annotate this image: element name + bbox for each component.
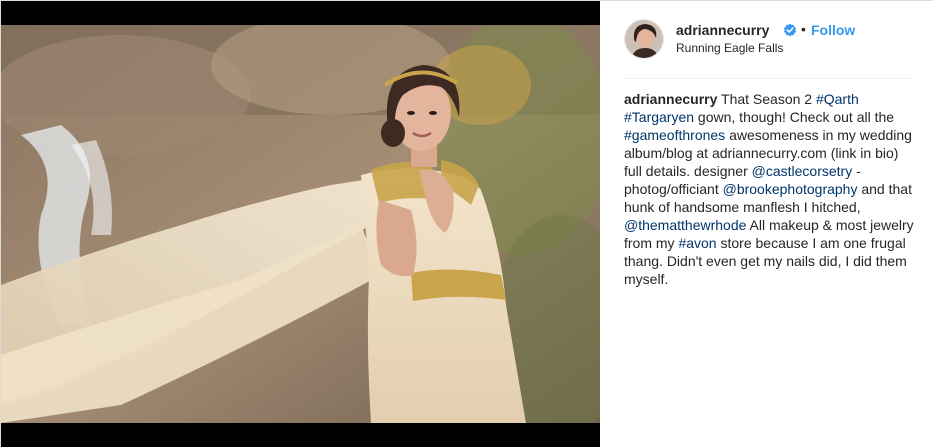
- caption-username[interactable]: adriannecurry: [624, 91, 717, 107]
- post-media[interactable]: [1, 1, 600, 447]
- post-sidebar: adriannecurry • Follow Running Eagle Fal…: [600, 1, 933, 447]
- hashtag-link[interactable]: #avon: [678, 235, 716, 251]
- header-divider: [624, 78, 910, 79]
- avatar-image: [625, 20, 663, 58]
- mention-link[interactable]: @castlecorsetry: [752, 163, 853, 179]
- follow-button[interactable]: Follow: [811, 22, 855, 38]
- hashtag-link[interactable]: #Qarth: [816, 91, 859, 107]
- header-separator: •: [801, 21, 806, 37]
- post-username[interactable]: adriannecurry: [676, 22, 769, 38]
- caption-text: That Season 2: [717, 91, 816, 107]
- post-location[interactable]: Running Eagle Falls: [676, 41, 783, 55]
- post-photo[interactable]: [1, 25, 600, 423]
- instagram-post: adriannecurry • Follow Running Eagle Fal…: [0, 0, 933, 447]
- post-caption: adriannecurry That Season 2 #Qarth #Targ…: [624, 90, 914, 288]
- caption-text: gown, though! Check out all the: [694, 109, 895, 125]
- mention-link[interactable]: @brookephotography: [723, 181, 858, 197]
- hashtag-link[interactable]: #Targaryen: [624, 109, 694, 125]
- post-header: adriannecurry • Follow Running Eagle Fal…: [600, 1, 933, 79]
- verified-badge-icon: [783, 23, 797, 37]
- avatar[interactable]: [624, 19, 664, 59]
- post-photo-image: [1, 25, 600, 423]
- mention-link[interactable]: @thematthewrhode: [624, 217, 746, 233]
- hashtag-link[interactable]: #gameofthrones: [624, 127, 725, 143]
